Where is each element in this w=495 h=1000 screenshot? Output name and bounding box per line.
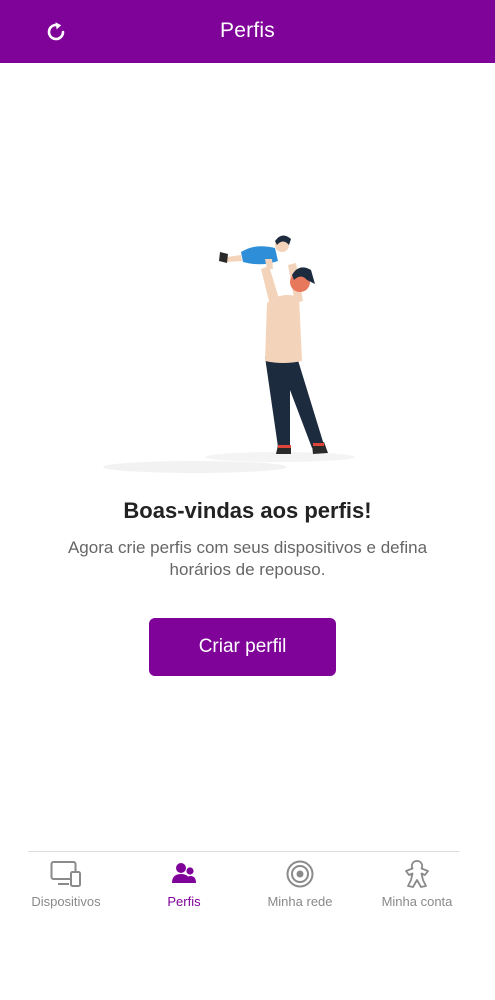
- nav-label-account: Minha conta: [381, 894, 453, 909]
- nav-label-profiles: Perfis: [167, 894, 201, 909]
- app-bar: Perfis: [0, 0, 495, 63]
- bottom-nav: Dispositivos Perfis Minha rede Minha con…: [0, 852, 495, 922]
- welcome-description: Agora crie perfis com seus dispositivos …: [67, 538, 428, 579]
- devices-icon: [50, 861, 81, 887]
- network-icon: [286, 860, 314, 888]
- create-profile-button[interactable]: Criar perfil: [149, 618, 336, 676]
- profiles-icon: [172, 863, 196, 883]
- nav-item-profiles[interactable]: Perfis: [124, 852, 244, 922]
- welcome-title: Boas-vindas aos perfis!: [123, 498, 372, 523]
- account-icon: [405, 860, 429, 888]
- page-title: Perfis: [220, 19, 275, 42]
- nav-item-devices[interactable]: Dispositivos: [6, 852, 126, 922]
- nav-label-devices: Dispositivos: [31, 894, 101, 909]
- nav-item-network[interactable]: Minha rede: [240, 852, 360, 922]
- welcome-illustration: [95, 225, 365, 480]
- nav-label-network: Minha rede: [267, 894, 333, 909]
- nav-item-account[interactable]: Minha conta: [357, 852, 477, 922]
